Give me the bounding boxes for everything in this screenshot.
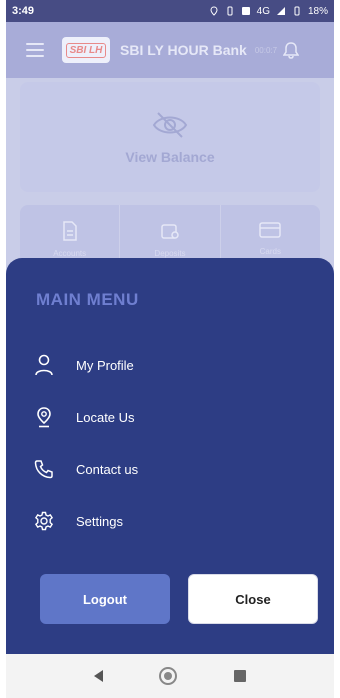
menu-item-label: Contact us	[76, 461, 139, 477]
menu-item-locate-us[interactable]: Locate Us	[34, 402, 304, 432]
back-icon[interactable]	[94, 670, 104, 682]
home-icon[interactable]	[159, 667, 178, 685]
bank-logo: SBI LH	[62, 37, 110, 63]
menu-item-label: My Profile	[76, 357, 134, 373]
close-button[interactable]: Close	[188, 574, 318, 624]
phone-icon	[34, 458, 54, 480]
location-pin-icon	[34, 406, 54, 428]
app-header: SBI LH SBI LY HOUR Bank 00:0:7	[6, 22, 334, 78]
card-icon	[259, 222, 282, 238]
status-bar: 3:49 4G 18%	[6, 0, 334, 22]
app-screen: 3:49 4G 18% SBI LH SBI LY HOUR Bank 00:0…	[6, 0, 334, 698]
quick-action-label: Cards	[259, 247, 281, 256]
vibrate-status-icon	[227, 6, 233, 16]
system-nav-bar	[6, 654, 334, 698]
menu-item-settings[interactable]: Settings	[34, 506, 304, 536]
deposit-icon	[161, 224, 179, 239]
menu-item-my-profile[interactable]: My Profile	[34, 350, 304, 380]
wifi-status-icon	[241, 7, 250, 15]
status-time: 3:49	[12, 5, 35, 17]
session-timer: 00:0:7	[254, 45, 278, 55]
recent-apps-icon[interactable]	[233, 670, 246, 682]
logout-button[interactable]: Logout	[40, 574, 170, 624]
battery-percent: 18%	[307, 5, 328, 17]
view-balance-label: View Balance	[125, 149, 215, 165]
bell-icon[interactable]	[283, 41, 300, 59]
signal-status-icon	[276, 7, 285, 15]
menu-item-label: Settings	[76, 513, 123, 529]
logo-text: SBI LH	[65, 42, 107, 58]
hamburger-menu-icon[interactable]	[26, 43, 44, 57]
status-icons: 4G 18%	[209, 6, 328, 17]
network-type: 4G	[256, 5, 270, 17]
user-icon	[34, 354, 54, 376]
quick-action-label: Accounts	[53, 249, 87, 258]
menu-item-label: Locate Us	[76, 409, 135, 425]
battery-status-icon	[294, 6, 300, 16]
bank-name: SBI LY HOUR Bank	[120, 42, 247, 58]
menu-title: MAIN MENU	[36, 290, 139, 309]
eye-off-icon	[152, 112, 188, 138]
menu-item-contact-us[interactable]: Contact us	[34, 454, 304, 484]
view-balance-card[interactable]: View Balance	[20, 82, 320, 192]
document-icon	[62, 221, 77, 241]
main-menu-sheet: MAIN MENU My Profile Locate Us Contact u…	[6, 258, 334, 654]
location-status-icon	[210, 6, 218, 16]
quick-action-label: Deposits	[154, 249, 186, 258]
gear-icon	[34, 510, 54, 532]
